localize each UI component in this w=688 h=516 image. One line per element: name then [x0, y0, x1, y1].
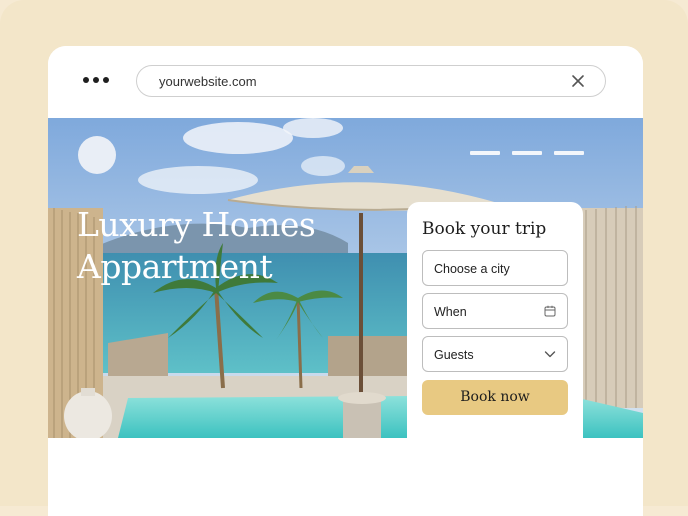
logo-circle[interactable]: [78, 136, 116, 174]
book-now-button[interactable]: Book now: [422, 380, 568, 415]
url-text[interactable]: yourwebsite.com: [159, 74, 257, 89]
browser-toolbar: yourwebsite.com: [48, 46, 643, 118]
hero-title-line2: Appartment: [77, 247, 273, 286]
book-now-label: Book now: [460, 389, 530, 405]
date-placeholder: When: [434, 305, 467, 319]
address-bar[interactable]: yourwebsite.com: [136, 65, 606, 97]
chevron-down-icon[interactable]: [544, 348, 556, 360]
more-dots-icon[interactable]: [83, 77, 109, 83]
guests-select-field[interactable]: Guests: [422, 336, 568, 372]
guests-label: Guests: [434, 348, 474, 362]
city-placeholder: Choose a city: [434, 262, 510, 276]
calendar-icon[interactable]: [544, 305, 556, 317]
hero-title: Luxury Homes Appartment: [77, 204, 377, 288]
date-field[interactable]: When: [422, 293, 568, 329]
browser-window: yourwebsite.com Luxury Homes Appartment …: [48, 46, 643, 516]
booking-title: Book your trip: [422, 219, 547, 239]
city-select-field[interactable]: Choose a city: [422, 250, 568, 286]
booking-card: Book your trip Choose a city When Guests…: [407, 202, 583, 452]
hero-title-line1: Luxury Homes: [77, 205, 316, 244]
close-icon[interactable]: [571, 74, 585, 88]
hamburger-menu-icon[interactable]: [470, 151, 584, 155]
